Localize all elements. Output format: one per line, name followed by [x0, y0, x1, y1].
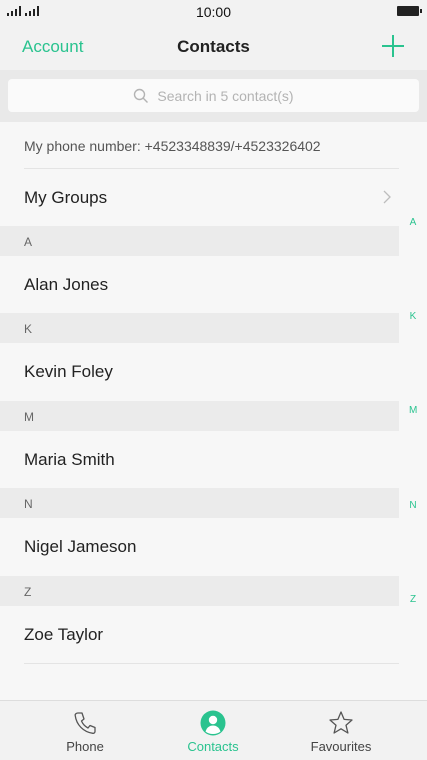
tab-bar: Phone Contacts Favourites [0, 700, 427, 760]
account-button[interactable]: Account [22, 37, 83, 57]
section-header-k: K [0, 313, 399, 343]
my-groups-label: My Groups [24, 188, 108, 207]
divider [24, 663, 399, 664]
contact-name: Alan Jones [24, 275, 109, 294]
search-bar: Search in 5 contact(s) [0, 70, 427, 122]
search-input[interactable]: Search in 5 contact(s) [8, 79, 419, 112]
index-letter-z[interactable]: Z [409, 594, 417, 605]
phone-icon [74, 712, 96, 734]
tab-label: Phone [66, 739, 104, 754]
contact-row-alan-jones[interactable]: Alan Jones [0, 256, 399, 313]
search-placeholder: Search in 5 contact(s) [157, 87, 294, 104]
search-icon [134, 88, 149, 103]
contact-name: Maria Smith [24, 450, 115, 469]
section-header-z: Z [0, 576, 399, 606]
section-letter: N [24, 497, 33, 511]
section-header-a: A [0, 226, 399, 256]
nav-bar: Account Contacts [0, 24, 427, 70]
index-letter-a[interactable]: A [409, 217, 417, 228]
index-letter-m[interactable]: M [409, 405, 417, 416]
contact-name: Zoe Taylor [24, 625, 104, 644]
person-icon [200, 710, 226, 736]
contact-row-nigel-jameson[interactable]: Nigel Jameson [0, 518, 399, 575]
add-contact-icon[interactable] [381, 34, 405, 58]
section-header-m: M [0, 401, 399, 431]
my-phone-number: My phone number: +4523348839/+4523326402 [24, 138, 321, 154]
status-time: 10:00 [195, 4, 232, 20]
tab-favourites[interactable]: Favourites [270, 701, 412, 760]
my-groups-row[interactable]: My Groups [0, 169, 399, 226]
tab-phone[interactable]: Phone [14, 701, 156, 760]
index-letter-n[interactable]: N [409, 500, 417, 511]
section-letter: K [24, 322, 33, 336]
section-letter: A [24, 235, 33, 249]
contact-name: Kevin Foley [24, 362, 113, 381]
battery-icon [397, 6, 422, 16]
contact-row-kevin-foley[interactable]: Kevin Foley [0, 343, 399, 400]
contact-list[interactable]: My phone number: +4523348839/+4523326402… [0, 122, 427, 700]
contact-row-zoe-taylor[interactable]: Zoe Taylor [0, 606, 399, 663]
contact-row-maria-smith[interactable]: Maria Smith [0, 431, 399, 488]
tab-contacts[interactable]: Contacts [142, 701, 284, 760]
index-letter-k[interactable]: K [409, 311, 417, 322]
section-letter: M [24, 410, 34, 424]
section-header-n: N [0, 488, 399, 518]
tab-label: Favourites [310, 739, 372, 754]
tab-label: Contacts [187, 739, 239, 754]
chevron-right-icon [383, 190, 391, 204]
contact-name: Nigel Jameson [24, 537, 137, 556]
star-icon [329, 711, 353, 734]
status-bar: 10:00 [0, 0, 427, 24]
section-letter: Z [24, 585, 32, 599]
